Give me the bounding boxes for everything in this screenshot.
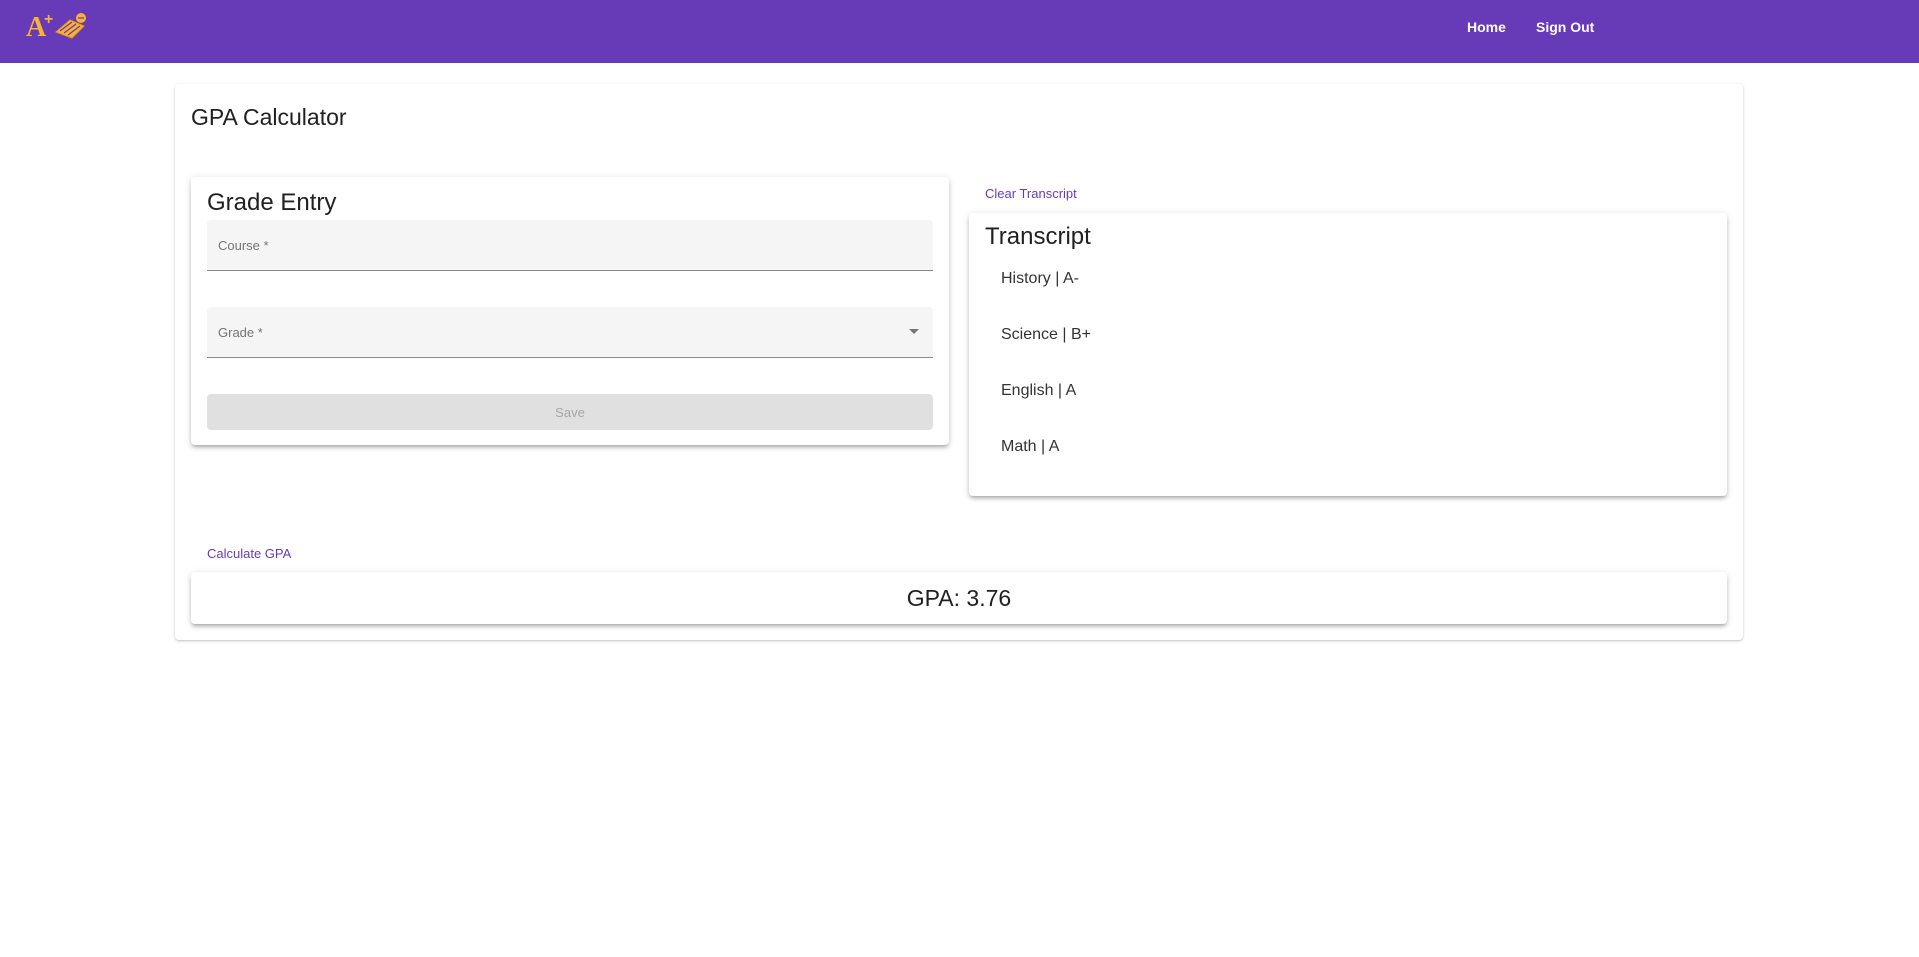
transcript-item-text: History | A-: [1001, 270, 1079, 287]
transcript-item-text: Science | B+: [1001, 326, 1091, 343]
transcript-item: Science | B+: [969, 325, 1727, 381]
nav-sign-out-link[interactable]: Sign Out: [1536, 19, 1594, 35]
grade-logo-icon: A +: [26, 11, 86, 43]
transcript-item: Math | A: [969, 437, 1727, 493]
app-logo[interactable]: A +: [26, 8, 88, 43]
calculate-gpa-button[interactable]: Calculate GPA: [207, 546, 291, 561]
transcript-item-text: Math | A: [1001, 438, 1060, 455]
grade-entry-card: Grade Entry Course * Grade * Save: [191, 177, 949, 445]
transcript-item-text: English | A: [1001, 382, 1077, 399]
grade-select[interactable]: Grade *: [207, 307, 933, 358]
svg-text:+: +: [44, 11, 53, 28]
grade-entry-title: Grade Entry: [207, 189, 337, 216]
top-toolbar: A + Home Sign Out: [0, 0, 1919, 63]
course-input[interactable]: [207, 220, 933, 270]
clear-transcript-button[interactable]: Clear Transcript: [985, 186, 1077, 201]
gpa-result: GPA: 3.76: [906, 585, 1012, 611]
save-button[interactable]: Save: [207, 394, 933, 430]
page-title: GPA Calculator: [191, 104, 347, 130]
transcript-item: History | A-: [969, 269, 1727, 325]
gpa-result-card: GPA: 3.76: [191, 572, 1727, 624]
transcript-card: Transcript History | A- Science | B+ Eng…: [969, 213, 1727, 496]
grade-select-label: Grade *: [218, 325, 263, 340]
transcript-title: Transcript: [985, 223, 1091, 250]
transcript-item: English | A: [969, 381, 1727, 437]
dropdown-arrow-icon[interactable]: [909, 329, 919, 334]
course-field[interactable]: Course *: [207, 220, 933, 271]
nav-home-link[interactable]: Home: [1467, 19, 1506, 35]
transcript-list: History | A- Science | B+ English | A Ma…: [969, 269, 1727, 493]
